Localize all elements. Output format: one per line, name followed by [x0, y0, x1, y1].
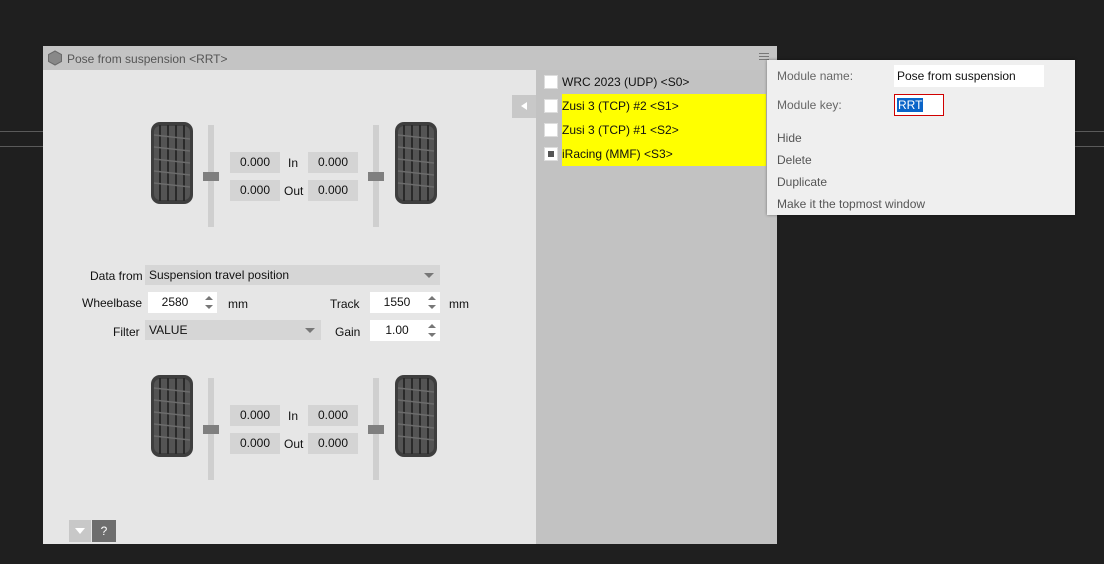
wheelbase-unit: mm [228, 297, 248, 311]
source-item[interactable]: iRacing (MMF) <S3> [544, 142, 766, 166]
rear-left-slider-thumb[interactable] [203, 425, 219, 434]
filter-dropdown[interactable]: VALUE [145, 320, 321, 340]
wheelbase-value: 2580 [161, 295, 189, 309]
collapse-sources-button[interactable] [512, 95, 536, 118]
rear-in-label: In [288, 409, 299, 423]
filter-label: Filter [113, 325, 140, 339]
data-from-label: Data from [90, 269, 143, 283]
stepper-down-icon[interactable] [428, 333, 436, 337]
source-label: iRacing (MMF) <S3> [562, 142, 766, 166]
source-item[interactable]: Zusi 3 (TCP) #1 <S2> [544, 118, 766, 142]
stepper-down-icon[interactable] [205, 305, 213, 309]
source-label: Zusi 3 (TCP) #1 <S2> [562, 118, 766, 142]
menu-item-duplicate[interactable]: Duplicate [777, 175, 827, 189]
hexagon-icon [47, 50, 63, 66]
front-in-left-value: 0.000 [230, 152, 280, 173]
module-window: Pose from suspension <RRT> 0.000 In 0.00… [43, 46, 777, 544]
module-name-label: Module name: [777, 69, 854, 83]
tire-rear-left-icon [150, 374, 194, 458]
stepper-down-icon[interactable] [428, 305, 436, 309]
rear-out-label: Out [284, 437, 304, 451]
rear-in-right-value: 0.000 [308, 405, 358, 426]
front-out-label: Out [284, 184, 304, 198]
window-title: Pose from suspension <RRT> [67, 52, 228, 66]
gain-label: Gain [335, 325, 361, 339]
module-key-input[interactable]: RRT [894, 94, 944, 116]
rear-in-left-value: 0.000 [230, 405, 280, 426]
menu-item-hide[interactable]: Hide [777, 131, 802, 145]
source-label: Zusi 3 (TCP) #2 <S1> [562, 94, 766, 118]
chevron-down-icon [305, 328, 315, 333]
source-item[interactable]: WRC 2023 (UDP) <S0> [544, 72, 766, 92]
source-label: WRC 2023 (UDP) <S0> [562, 75, 690, 89]
front-in-right-value: 0.000 [308, 152, 358, 173]
stepper-up-icon[interactable] [205, 296, 213, 300]
source-checkbox[interactable] [544, 147, 558, 161]
tire-rear-right-icon [394, 374, 438, 458]
track-value: 1550 [383, 295, 411, 309]
source-checkbox[interactable] [544, 99, 558, 113]
front-in-label: In [288, 156, 299, 170]
rear-right-slider-thumb[interactable] [368, 425, 384, 434]
rear-out-right-value: 0.000 [308, 433, 358, 454]
rear-out-left-value: 0.000 [230, 433, 280, 454]
wheelbase-stepper[interactable]: 2580 [148, 292, 217, 313]
gain-stepper[interactable]: 1.00 [370, 320, 440, 341]
track-label: Track [330, 297, 360, 311]
source-checkbox[interactable] [544, 123, 558, 137]
tire-front-right-icon [394, 121, 438, 205]
source-item[interactable]: Zusi 3 (TCP) #2 <S1> [544, 94, 766, 118]
title-bar[interactable]: Pose from suspension <RRT> [43, 46, 777, 70]
data-from-value: Suspension travel position [149, 268, 290, 282]
source-checkbox[interactable] [544, 75, 558, 89]
track-stepper[interactable]: 1550 [370, 292, 440, 313]
stepper-up-icon[interactable] [428, 296, 436, 300]
triangle-left-icon [521, 102, 527, 110]
stepper-up-icon[interactable] [428, 324, 436, 328]
gain-value: 1.00 [385, 323, 409, 337]
front-out-left-value: 0.000 [230, 180, 280, 201]
context-menu: Module name: Pose from suspension Module… [767, 60, 1075, 215]
filter-value: VALUE [149, 323, 188, 337]
track-unit: mm [449, 297, 469, 311]
help-button[interactable]: ? [92, 520, 116, 542]
front-left-slider-thumb[interactable] [203, 172, 219, 181]
module-key-value: RRT [897, 98, 924, 112]
module-name-input[interactable]: Pose from suspension [894, 65, 1044, 87]
module-key-label: Module key: [777, 98, 842, 112]
tire-front-left-icon [150, 121, 194, 205]
front-right-slider-thumb[interactable] [368, 172, 384, 181]
front-out-right-value: 0.000 [308, 180, 358, 201]
collapse-button[interactable] [69, 520, 91, 542]
chevron-down-icon [424, 273, 434, 278]
menu-item-topmost[interactable]: Make it the topmost window [777, 197, 925, 211]
data-from-dropdown[interactable]: Suspension travel position [145, 265, 440, 285]
wheelbase-label: Wheelbase [82, 296, 143, 310]
menu-item-delete[interactable]: Delete [777, 153, 812, 167]
triangle-down-icon [75, 528, 85, 534]
